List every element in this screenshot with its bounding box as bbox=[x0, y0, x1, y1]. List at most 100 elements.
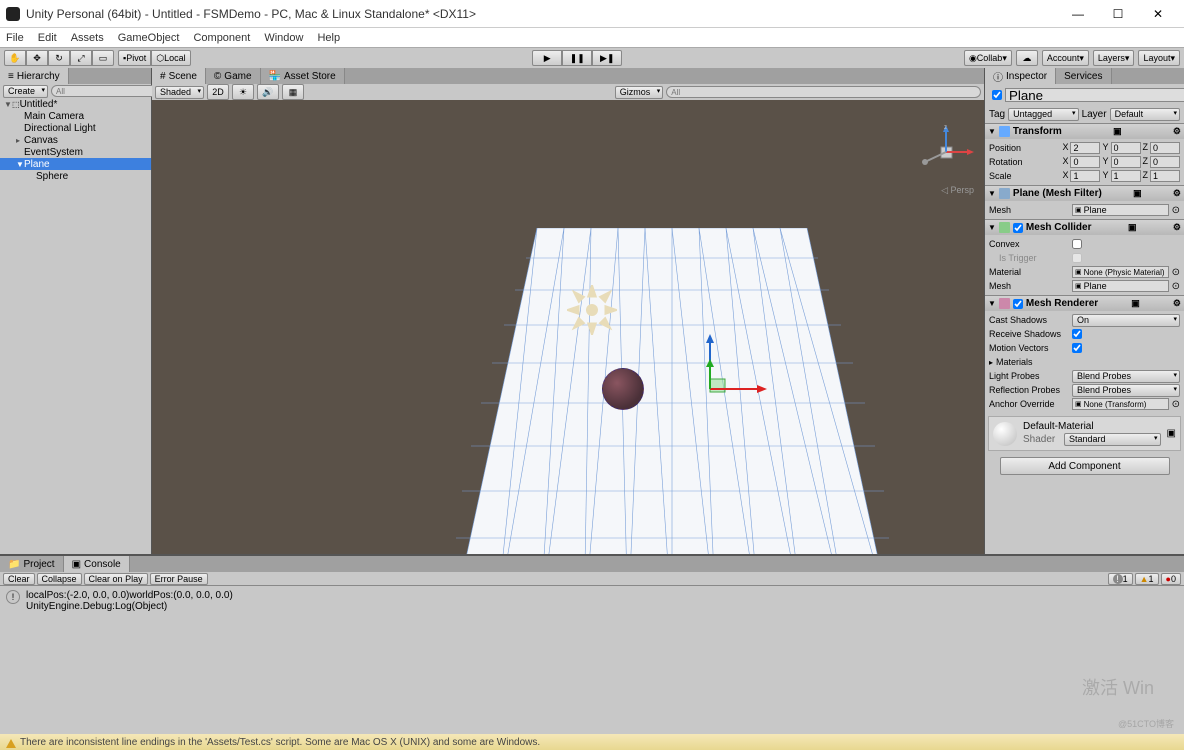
pivot-toggle[interactable]: ▪ Pivot bbox=[118, 50, 151, 66]
help-icon[interactable]: ▣ bbox=[1113, 126, 1122, 137]
move-tool[interactable]: ✥ bbox=[26, 50, 48, 66]
pos-z[interactable] bbox=[1150, 142, 1180, 154]
tree-item[interactable]: Sphere bbox=[0, 170, 151, 182]
material-preview[interactable]: Default-Material Shader Standard ▣ bbox=[988, 416, 1181, 451]
scale-tool[interactable]: ⤢ bbox=[70, 50, 92, 66]
reflection-probes-dd[interactable]: Blend Probes bbox=[1072, 384, 1180, 397]
gizmos-dropdown[interactable]: Gizmos bbox=[615, 86, 664, 99]
scene-tab[interactable]: # Scene bbox=[152, 68, 206, 84]
clear-on-play-button[interactable]: Clear on Play bbox=[84, 573, 148, 585]
menu-gameobject[interactable]: GameObject bbox=[118, 32, 180, 44]
anchor-override-field[interactable]: None (Transform) bbox=[1072, 398, 1169, 410]
play-button[interactable]: ▶ bbox=[532, 50, 562, 66]
receive-shadows-checkbox[interactable] bbox=[1072, 329, 1082, 339]
rot-y[interactable] bbox=[1111, 156, 1141, 168]
tree-item[interactable]: EventSystem bbox=[0, 146, 151, 158]
watermark-brand: @51CTO博客 bbox=[1118, 717, 1174, 730]
pos-y[interactable] bbox=[1111, 142, 1141, 154]
menu-component[interactable]: Component bbox=[193, 32, 250, 44]
cast-shadows-dd[interactable]: On bbox=[1072, 314, 1180, 327]
transform-header[interactable]: ▼ Transform ▣ ⚙ bbox=[985, 123, 1184, 139]
tree-item[interactable]: ▼⬚ Untitled* bbox=[0, 98, 151, 110]
collapse-button[interactable]: Collapse bbox=[37, 573, 82, 585]
move-gizmo[interactable] bbox=[705, 329, 770, 394]
tree-item[interactable]: ▸Canvas bbox=[0, 134, 151, 146]
error-badge[interactable]: ●0 bbox=[1161, 573, 1181, 585]
layers-dropdown[interactable]: Layers ▾ bbox=[1093, 50, 1135, 66]
mesh-field[interactable]: Plane bbox=[1072, 204, 1169, 216]
maximize-button[interactable]: ☐ bbox=[1098, 2, 1138, 26]
rot-x[interactable] bbox=[1070, 156, 1100, 168]
tree-item[interactable]: Main Camera bbox=[0, 110, 151, 122]
collab-dropdown[interactable]: ◉ Collab ▾ bbox=[964, 50, 1012, 66]
inspector-tab[interactable]: ⓘ Inspector bbox=[985, 68, 1056, 84]
menu-assets[interactable]: Assets bbox=[71, 32, 104, 44]
layer-dropdown[interactable]: Default bbox=[1110, 108, 1180, 121]
convex-checkbox[interactable] bbox=[1072, 239, 1082, 249]
gear-icon[interactable]: ⚙ bbox=[1173, 126, 1181, 137]
pos-x[interactable] bbox=[1070, 142, 1100, 154]
scene-search[interactable] bbox=[666, 86, 981, 98]
2d-toggle[interactable]: 2D bbox=[207, 84, 229, 100]
game-tab[interactable]: © Game bbox=[206, 68, 261, 84]
tree-item[interactable]: Directional Light bbox=[0, 122, 151, 134]
fx-toggle[interactable]: ▦ bbox=[282, 84, 304, 100]
shader-dd[interactable]: Standard bbox=[1064, 433, 1161, 446]
close-button[interactable]: ✕ bbox=[1138, 2, 1178, 26]
scene-viewport[interactable]: z ◁ Persp bbox=[152, 100, 984, 554]
error-pause-button[interactable]: Error Pause bbox=[150, 573, 208, 585]
rot-z[interactable] bbox=[1150, 156, 1180, 168]
services-tab[interactable]: Services bbox=[1056, 68, 1111, 84]
svg-text:z: z bbox=[944, 125, 947, 131]
minimize-button[interactable]: — bbox=[1058, 2, 1098, 26]
hierarchy-tab[interactable]: ≡ Hierarchy bbox=[0, 68, 69, 84]
local-toggle[interactable]: ⬡ Local bbox=[151, 50, 190, 66]
hierarchy-create[interactable]: Create bbox=[3, 85, 48, 98]
scl-z[interactable] bbox=[1150, 170, 1180, 182]
motion-vectors-checkbox[interactable] bbox=[1072, 343, 1082, 353]
material-sphere-icon bbox=[993, 422, 1017, 446]
layout-dropdown[interactable]: Layout ▾ bbox=[1138, 50, 1180, 66]
orientation-gizmo[interactable]: z bbox=[919, 125, 974, 180]
trigger-checkbox bbox=[1072, 253, 1082, 263]
light-toggle[interactable]: ☀ bbox=[232, 84, 254, 100]
shaded-dropdown[interactable]: Shaded bbox=[155, 86, 204, 99]
collider-enabled[interactable] bbox=[1013, 223, 1023, 233]
tag-dropdown[interactable]: Untagged bbox=[1008, 108, 1078, 121]
collider-mesh-field[interactable]: Plane bbox=[1072, 280, 1169, 292]
active-checkbox[interactable] bbox=[992, 90, 1002, 100]
add-component-button[interactable]: Add Component bbox=[1000, 457, 1170, 475]
material-name: Default-Material bbox=[1023, 421, 1161, 432]
cloud-button[interactable]: ☁ bbox=[1016, 50, 1038, 66]
clear-button[interactable]: Clear bbox=[3, 573, 35, 585]
object-name-field[interactable] bbox=[1005, 88, 1184, 102]
material-popup-icon[interactable]: ▣ bbox=[1167, 428, 1176, 439]
menu-file[interactable]: File bbox=[6, 32, 24, 44]
mesh-collider-header[interactable]: ▼ Mesh Collider▣⚙ bbox=[985, 219, 1184, 235]
menu-help[interactable]: Help bbox=[317, 32, 340, 44]
menu-window[interactable]: Window bbox=[264, 32, 303, 44]
console-tab[interactable]: ▣ Console bbox=[64, 556, 130, 572]
pause-button[interactable]: ❚❚ bbox=[562, 50, 592, 66]
menu-edit[interactable]: Edit bbox=[38, 32, 57, 44]
mesh-renderer-header[interactable]: ▼ Mesh Renderer▣⚙ bbox=[985, 295, 1184, 311]
info-badge[interactable]: !1 bbox=[1108, 573, 1133, 585]
warn-badge[interactable]: ▲1 bbox=[1135, 573, 1159, 585]
renderer-enabled[interactable] bbox=[1013, 299, 1023, 309]
asset-store-tab[interactable]: 🏪 Asset Store bbox=[261, 68, 345, 84]
hand-tool[interactable]: ✋ bbox=[4, 50, 26, 66]
account-dropdown[interactable]: Account ▾ bbox=[1042, 50, 1089, 66]
mesh-filter-header[interactable]: ▼ Plane (Mesh Filter)▣⚙ bbox=[985, 185, 1184, 201]
info-icon: ! bbox=[6, 590, 20, 604]
light-probes-dd[interactable]: Blend Probes bbox=[1072, 370, 1180, 383]
scl-x[interactable] bbox=[1070, 170, 1100, 182]
console-message[interactable]: ! localPos:(-2.0, 0.0, 0.0)worldPos:(0.0… bbox=[0, 586, 1184, 616]
rotate-tool[interactable]: ↻ bbox=[48, 50, 70, 66]
audio-toggle[interactable]: 🔊 bbox=[257, 84, 279, 100]
step-button[interactable]: ▶❚ bbox=[592, 50, 622, 66]
physic-material-field[interactable]: None (Physic Material) bbox=[1072, 266, 1169, 278]
tree-item[interactable]: ▼Plane bbox=[0, 158, 151, 170]
rect-tool[interactable]: ▭ bbox=[92, 50, 114, 66]
scl-y[interactable] bbox=[1111, 170, 1141, 182]
project-tab[interactable]: 📁 Project bbox=[0, 556, 64, 572]
